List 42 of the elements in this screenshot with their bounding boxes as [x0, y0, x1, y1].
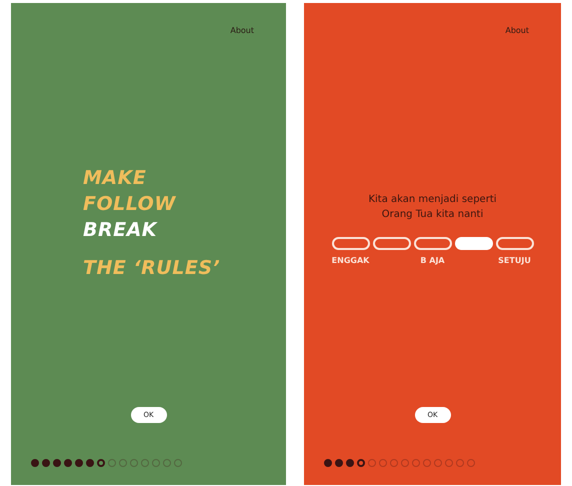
page-dot: [335, 459, 343, 467]
page-dot: [423, 459, 431, 467]
page-dot: [368, 459, 376, 467]
page-dot: [75, 459, 83, 467]
scale-option[interactable]: [332, 236, 370, 250]
headline-text: THE ‘RULES’: [83, 256, 220, 281]
page-dot: [130, 459, 138, 467]
about-link[interactable]: About: [230, 26, 254, 43]
scale-option[interactable]: [372, 236, 410, 250]
page-dot: [152, 459, 160, 467]
page-dot: [64, 459, 72, 467]
page-dot: [86, 459, 94, 467]
page-dot: [456, 459, 464, 467]
scale-label: SETUJU: [498, 256, 531, 264]
page-dot: [445, 459, 453, 467]
about-link[interactable]: About: [505, 26, 529, 43]
page-dot: [346, 459, 354, 467]
page-dot: [53, 459, 61, 467]
page-dot: [97, 459, 105, 467]
page-dot: [467, 459, 475, 467]
page-dot: [412, 459, 420, 467]
headline-text: BREAK: [83, 218, 158, 243]
page-dot: [141, 459, 149, 467]
page-dot: [119, 459, 127, 467]
page-dot: [357, 459, 365, 467]
scale-label: B AJA: [420, 256, 445, 264]
headline-text: FOLLOW: [83, 192, 177, 217]
headline-text: MAKE: [83, 166, 148, 191]
scale-label: ENGGAK: [332, 256, 370, 264]
page-dot: [31, 459, 39, 467]
page-dot: [379, 459, 387, 467]
page-dot: [390, 459, 398, 467]
page-dot: [163, 459, 171, 467]
page-dot: [174, 459, 182, 467]
question-text: Kita akan menjadi seperti Orang Tua kita nanti: [367, 192, 498, 222]
page-dot: [401, 459, 409, 467]
page-dot: [434, 459, 442, 467]
page-dot: [42, 459, 50, 467]
scale-option[interactable]: [496, 236, 534, 250]
page-dot: [324, 459, 332, 467]
scale-option[interactable]: [414, 236, 452, 250]
page-dot: [108, 459, 116, 467]
